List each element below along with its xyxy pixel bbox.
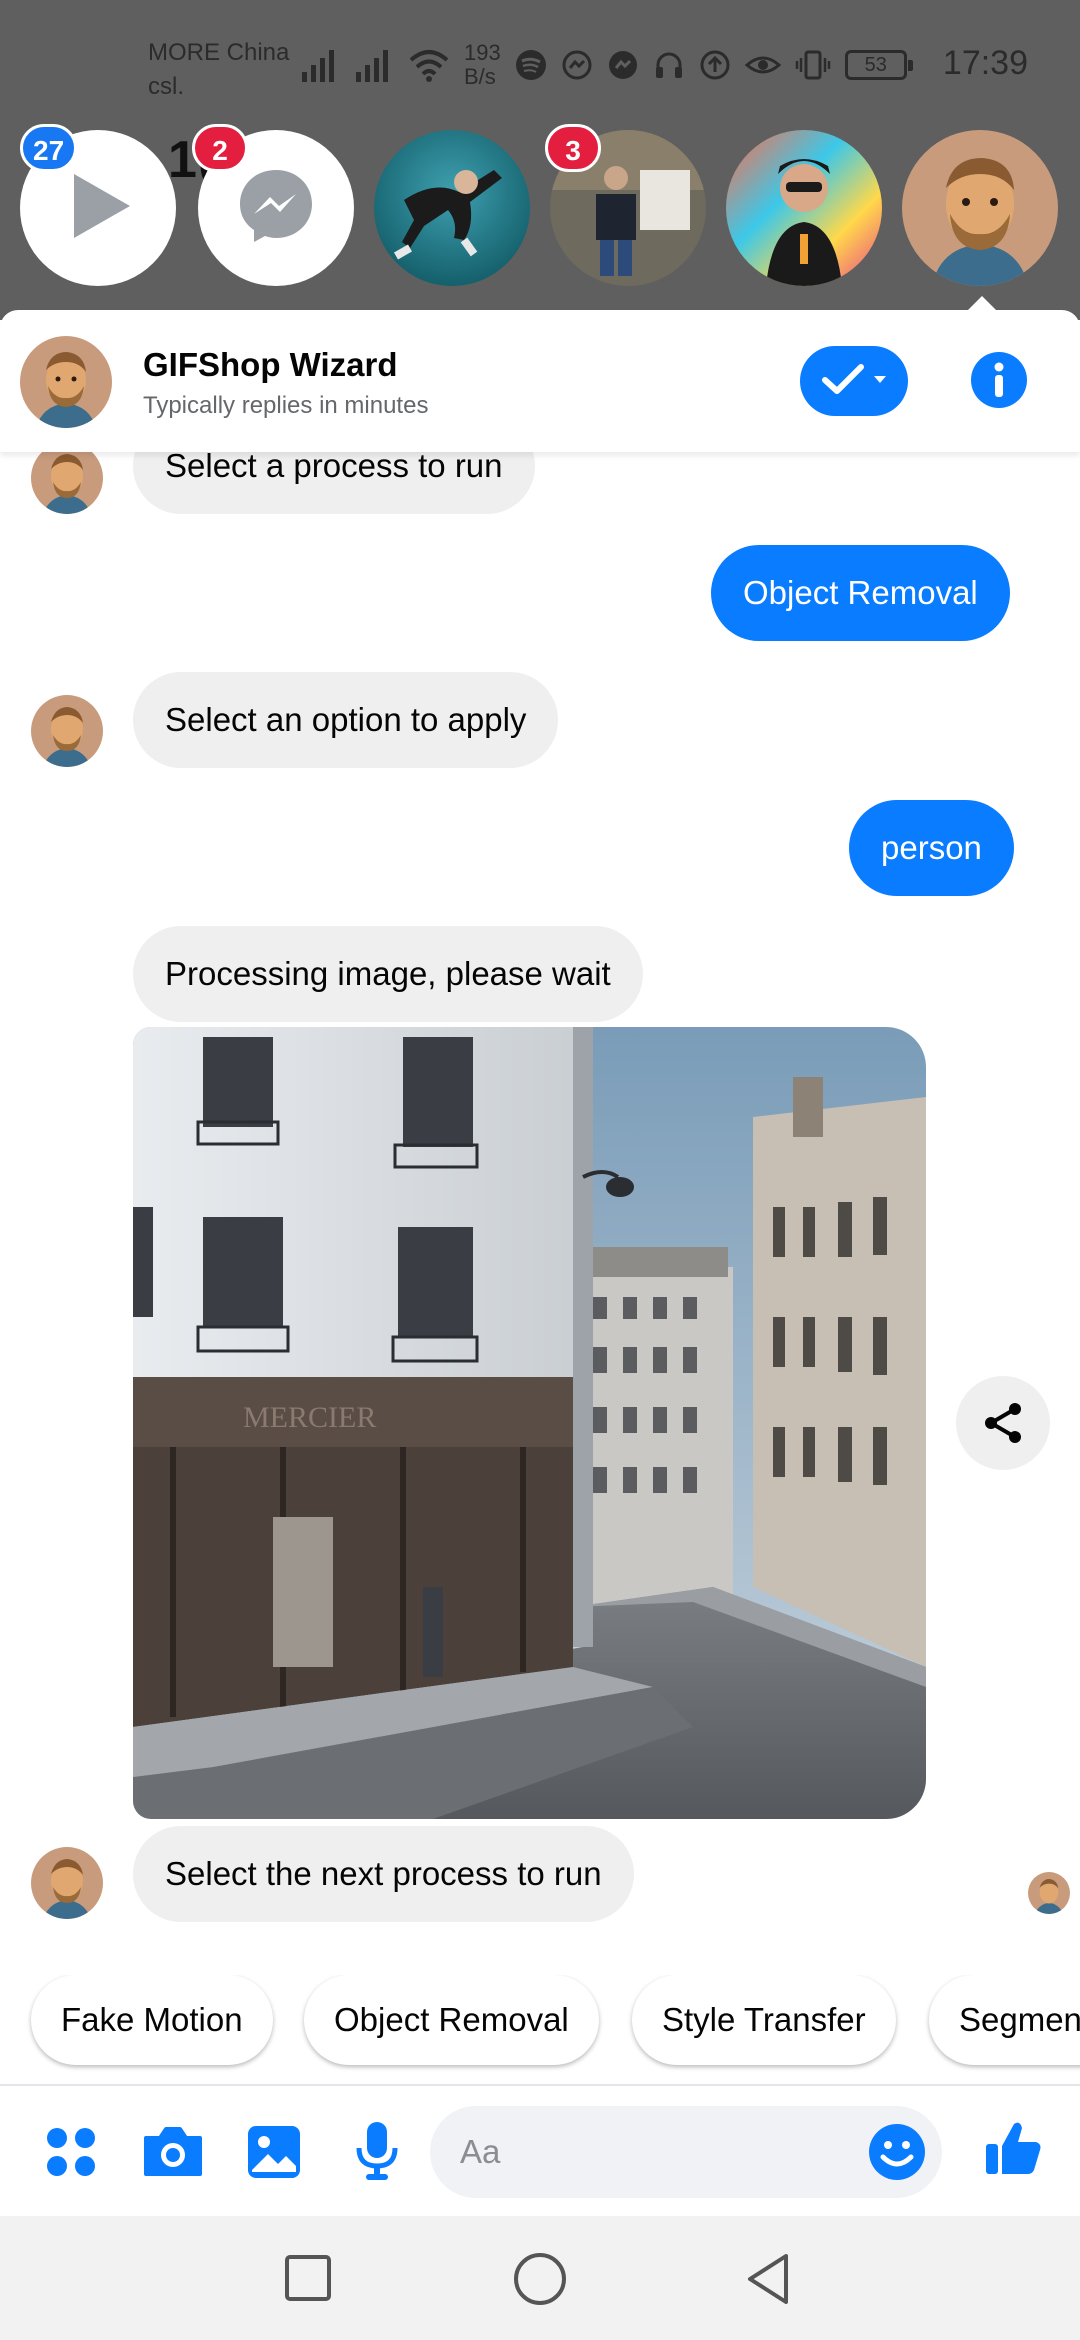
- carrier-label: MORE China csl.: [148, 36, 289, 104]
- bot-message-avatar: [31, 1847, 103, 1919]
- messenger-status-icon-2: [607, 49, 639, 81]
- contact-head-1[interactable]: [374, 130, 530, 286]
- data-saver-icon: [699, 49, 731, 81]
- chevron-down-icon: [873, 372, 887, 390]
- info-button[interactable]: [970, 351, 1028, 414]
- apps-icon[interactable]: [45, 2126, 97, 2183]
- contact-1-photo: [374, 130, 530, 286]
- seen-indicator-avatar: [1028, 1872, 1070, 1914]
- message-composer: Aa: [0, 2086, 1080, 2216]
- outgoing-message[interactable]: Object Removal: [711, 545, 1010, 641]
- system-navigation-bar: [0, 2216, 1080, 2340]
- incoming-message[interactable]: Select the next process to run: [133, 1826, 634, 1922]
- mark-done-button[interactable]: [800, 346, 908, 416]
- bot-message-avatar: [31, 695, 103, 767]
- quick-reply-style-transfer[interactable]: Style Transfer: [632, 1975, 896, 2065]
- recents-icon[interactable]: [284, 2254, 332, 2307]
- quick-replies: Fake Motion Object Removal Style Transfe…: [0, 1975, 1080, 2075]
- camera-icon[interactable]: [142, 2124, 204, 2183]
- status-icons: 193 B/s 53: [300, 40, 913, 90]
- net-speed-unit: B/s: [464, 64, 496, 89]
- quick-reply-object-removal[interactable]: Object Removal: [304, 1975, 599, 2065]
- gallery-icon[interactable]: [246, 2124, 302, 2185]
- processed-image[interactable]: MERCIER: [133, 1027, 926, 1819]
- clock: 17:39: [942, 44, 1028, 82]
- bot-avatar-large: [902, 130, 1058, 286]
- info-icon: [971, 352, 1027, 408]
- net-speed: 193 B/s: [464, 41, 501, 89]
- conversation-title: GIFShop Wizard: [143, 346, 398, 383]
- carrier-line-1: MORE China: [148, 39, 290, 66]
- status-bar: MORE China csl. 193 B/s 53 17:39: [0, 0, 1080, 120]
- share-button[interactable]: [956, 1376, 1050, 1470]
- carrier-line-2: csl.: [148, 73, 184, 100]
- emoji-icon[interactable]: [868, 2123, 926, 2186]
- incoming-message[interactable]: Select an option to apply: [133, 672, 559, 768]
- street-photo: MERCIER: [133, 1027, 926, 1819]
- headphones-icon: [653, 49, 685, 81]
- incoming-message[interactable]: Processing image, please wait: [133, 926, 643, 1022]
- messenger-icon: [234, 164, 318, 253]
- vibrate-icon: [795, 49, 831, 81]
- response-time-subtitle: Typically replies in minutes: [143, 392, 429, 419]
- bot-avatar-icon: [31, 1847, 103, 1919]
- contact-3-photo: [726, 130, 882, 286]
- spotify-icon: [515, 49, 547, 81]
- screen: MORE China csl. 193 B/s 53 17:39 1(27 2…: [0, 0, 1080, 2340]
- quick-reply-segmentation[interactable]: Segmen: [929, 1975, 1080, 2065]
- header-avatar[interactable]: [20, 336, 112, 428]
- signal-1-icon: [300, 48, 340, 82]
- bot-avatar-icon: [31, 695, 103, 767]
- microphone-icon[interactable]: [354, 2120, 400, 2187]
- conversation-header: GIFShop Wizard Typically replies in minu…: [0, 310, 1080, 452]
- message-input-placeholder: Aa: [460, 2133, 501, 2170]
- thumbs-up-icon[interactable]: [984, 2118, 1044, 2183]
- check-icon: [821, 362, 865, 401]
- share-icon: [985, 1403, 1021, 1443]
- back-icon[interactable]: [744, 2252, 792, 2311]
- messenger-head-badge: 2: [192, 124, 248, 172]
- play-icon: [58, 166, 138, 251]
- bot-avatar-icon: [20, 336, 112, 428]
- bot-message-avatar: [31, 442, 103, 514]
- home-icon[interactable]: [513, 2252, 567, 2311]
- messenger-status-icon: [561, 49, 593, 81]
- net-speed-value: 193: [464, 40, 501, 65]
- video-head-badge: 27: [20, 124, 78, 172]
- contact-head-3[interactable]: [726, 130, 882, 286]
- outgoing-message[interactable]: person: [849, 800, 1014, 896]
- message-input[interactable]: Aa: [430, 2106, 942, 2198]
- eye-comfort-icon: [744, 49, 781, 81]
- battery-indicator: 53: [844, 50, 913, 80]
- wifi-icon: [408, 48, 450, 82]
- bot-avatar-icon: [31, 442, 103, 514]
- shop-sign-text: MERCIER: [243, 1401, 376, 1434]
- signal-2-icon: [354, 48, 394, 82]
- bot-avatar-icon: [1028, 1872, 1070, 1914]
- contact-head-2-badge: 3: [545, 124, 601, 172]
- quick-reply-fake-motion[interactable]: Fake Motion: [31, 1975, 273, 2065]
- contact-head-active[interactable]: [902, 130, 1058, 286]
